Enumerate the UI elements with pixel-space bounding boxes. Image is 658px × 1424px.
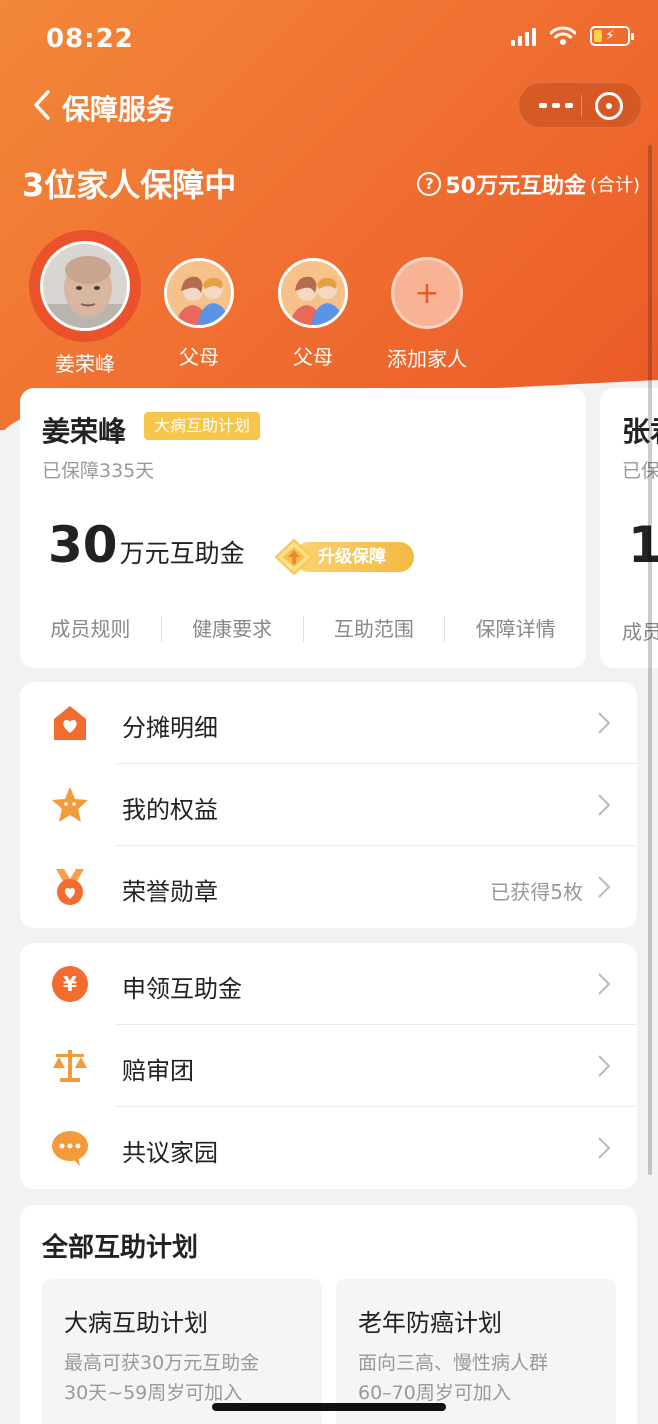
amount-unit: 万元互助金 xyxy=(119,539,245,568)
card-links: 成员规则 健康要求 互助范围 保障详情 xyxy=(20,616,586,642)
card-link: 成员 xyxy=(622,620,658,644)
section-title: 全部互助计划 xyxy=(42,1233,199,1263)
menu-item-community[interactable]: 共议家园 xyxy=(20,1107,637,1189)
covered-days: 已保障335天 xyxy=(42,460,155,482)
menu-label: 共议家园 xyxy=(122,1139,218,1167)
covered-days: 已保障 xyxy=(622,460,658,482)
star-icon xyxy=(52,787,88,822)
member-self[interactable]: 姜荣峰 xyxy=(25,230,145,377)
coverage-scope-link[interactable]: 互助范围 xyxy=(304,616,446,642)
plan-desc: 面向三高、慢性病人群 60–70周岁可加入 xyxy=(358,1352,549,1404)
avatar xyxy=(40,241,130,331)
total-coverage[interactable]: ? 50万元互助金 (合计) xyxy=(417,168,640,200)
person-photo-icon xyxy=(43,244,127,328)
chevron-right-icon xyxy=(598,1137,611,1159)
chevron-right-icon xyxy=(598,1055,611,1077)
menu-item-jury[interactable]: 赔审团 xyxy=(20,1025,637,1107)
chevron-right-icon xyxy=(598,794,611,816)
menu-item-claim-funds[interactable]: ¥ 申领互助金 xyxy=(20,943,637,1025)
menu-group-2: ¥ 申领互助金 赔审团 共议家园 xyxy=(20,943,637,1189)
coverage-card[interactable]: 姜荣峰 大病互助计划 已保障335天 30 万元互助金 升级保障 成员规则 健康… xyxy=(20,388,586,668)
plus-icon: + xyxy=(391,257,463,329)
chevron-left-icon xyxy=(34,90,50,120)
menu-item-honor-medals[interactable]: 荣誉勋章 已获得5枚 xyxy=(20,846,637,928)
menu-item-my-benefits[interactable]: 我的权益 xyxy=(20,764,637,846)
battery-icon: ⚡ xyxy=(590,26,634,46)
medal-count: 已获得5枚 xyxy=(490,880,583,904)
member-parents[interactable]: 父母 xyxy=(139,255,259,370)
signal-icon xyxy=(511,26,536,46)
amount-number: 30 xyxy=(48,516,118,574)
member-name: 父母 xyxy=(179,345,219,369)
menu-label: 荣誉勋章 xyxy=(122,878,218,906)
scale-icon xyxy=(53,1050,87,1082)
chevron-right-icon xyxy=(598,876,611,898)
member-rules-link[interactable]: 成员规则 xyxy=(20,616,162,642)
insured-name: 张君 xyxy=(622,415,658,448)
parents-icon xyxy=(278,258,348,328)
plan-name: 大病互助计划 xyxy=(64,1309,208,1337)
upgrade-gem-icon xyxy=(274,538,314,576)
menu-label: 我的权益 xyxy=(122,796,218,824)
family-members: 姜荣峰 父母 父母 + 添加家人 xyxy=(0,230,658,376)
insured-name: 姜荣峰 xyxy=(42,415,127,448)
add-family-label: 添加家人 xyxy=(387,347,467,371)
member-name: 父母 xyxy=(293,345,333,369)
total-amount: 50万元互助金 xyxy=(445,174,586,199)
parents-icon xyxy=(164,258,234,328)
all-plans-section: 全部互助计划 大病互助计划 最高可获30万元互助金 30天~59周岁可加入 老年… xyxy=(20,1205,637,1424)
covered-count: 3位家人保障中 xyxy=(22,166,237,204)
health-requirements-link[interactable]: 健康要求 xyxy=(162,616,304,642)
mini-program-capsule xyxy=(518,82,642,128)
menu-label: 分摊明细 xyxy=(122,714,218,742)
chevron-right-icon xyxy=(598,973,611,995)
member-name: 姜荣峰 xyxy=(55,352,115,376)
coverage-details-link[interactable]: 保障详情 xyxy=(445,616,586,642)
back-button[interactable] xyxy=(30,88,56,122)
upgrade-button[interactable]: 升级保障 xyxy=(274,538,414,576)
help-icon: ? xyxy=(417,172,442,196)
menu-group-1: 分摊明细 我的权益 荣誉勋章 已获得5枚 xyxy=(20,682,637,928)
svg-text:¥: ¥ xyxy=(63,972,77,996)
status-bar: 08:22 ⚡ xyxy=(0,0,658,80)
close-mini-program-button[interactable] xyxy=(595,92,623,120)
menu-item-contribution-details[interactable]: 分摊明细 xyxy=(20,682,637,764)
status-time: 08:22 xyxy=(46,24,134,54)
menu-label: 赔审团 xyxy=(122,1057,194,1085)
total-suffix: (合计) xyxy=(589,175,640,196)
coverage-amount: 30 万元互助金 xyxy=(48,516,245,574)
home-indicator[interactable] xyxy=(212,1403,446,1411)
plan-desc: 最高可获30万元互助金 30天~59周岁可加入 xyxy=(64,1352,260,1404)
coverage-summary: 3位家人保障中 ? 50万元互助金 (合计) xyxy=(22,160,640,206)
medal-icon xyxy=(56,869,84,905)
add-family-button[interactable]: + 添加家人 xyxy=(367,253,487,372)
scrollbar[interactable] xyxy=(648,145,652,1175)
plan-name: 老年防癌计划 xyxy=(358,1309,502,1337)
wifi-icon xyxy=(550,26,576,45)
amount-number: 10 xyxy=(628,516,658,574)
more-button[interactable] xyxy=(539,94,573,116)
plan-badge: 大病互助计划 xyxy=(144,412,261,440)
member-parents[interactable]: 父母 xyxy=(253,255,373,370)
menu-label: 申领互助金 xyxy=(122,975,242,1003)
house-heart-icon xyxy=(54,706,86,740)
yen-icon: ¥ xyxy=(52,966,88,1002)
chat-bubble-icon xyxy=(52,1131,88,1166)
nav-bar: 保障服务 xyxy=(0,80,658,130)
page-title: 保障服务 xyxy=(62,93,175,126)
chevron-right-icon xyxy=(598,712,611,734)
